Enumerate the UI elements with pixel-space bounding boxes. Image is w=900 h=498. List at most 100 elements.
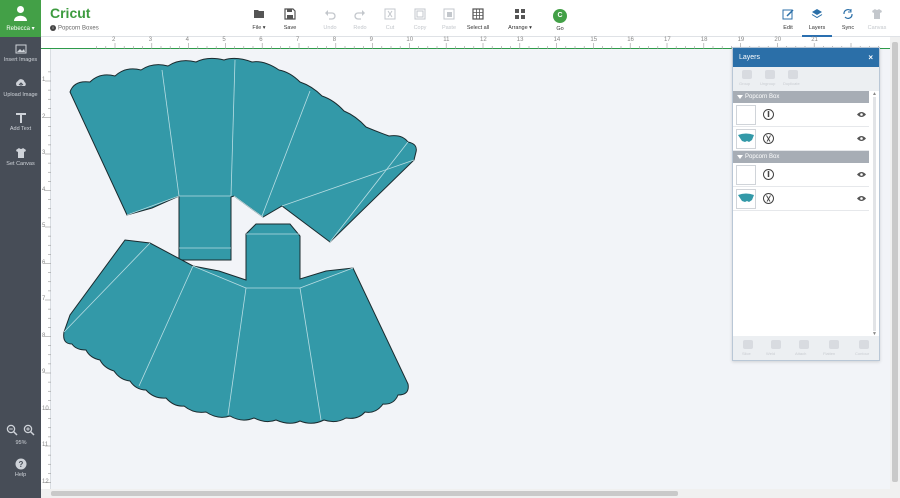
upload-icon bbox=[15, 79, 26, 88]
scroll-thumb[interactable] bbox=[892, 42, 898, 482]
zoom-out-icon[interactable] bbox=[6, 424, 18, 436]
attach-icon[interactable] bbox=[799, 340, 809, 349]
scissors-cut-icon[interactable] bbox=[763, 133, 774, 144]
ruler-number: 8 bbox=[42, 332, 46, 339]
sync-label: Sync bbox=[841, 25, 855, 31]
canvas-tab[interactable]: Canvas bbox=[864, 8, 890, 34]
sidebar-insert-images[interactable]: Insert Images bbox=[0, 43, 41, 79]
undo-icon bbox=[325, 10, 336, 20]
app-logo[interactable]: Cricut bbox=[50, 5, 90, 21]
ruler-number: 10 bbox=[42, 405, 49, 412]
layers-list: Popcorn Box Popcorn Box bbox=[733, 91, 879, 211]
sidebar-set-canvas[interactable]: Set Canvas bbox=[0, 147, 41, 183]
info-icon[interactable]: i bbox=[50, 25, 56, 31]
eye-icon[interactable] bbox=[857, 171, 866, 178]
sidebar-add-text[interactable]: Add Text bbox=[0, 112, 41, 148]
cut-label: Cut bbox=[385, 25, 395, 31]
contour-icon[interactable] bbox=[859, 340, 869, 349]
layers-toolbar: Group Ungroup Duplicate bbox=[733, 67, 879, 91]
flatten-icon[interactable] bbox=[829, 340, 839, 349]
layers-scrollbar[interactable]: ▲ ▼ bbox=[871, 91, 878, 337]
layers-panel-header[interactable]: Layers × bbox=[733, 48, 879, 67]
file-menu[interactable]: File ▾ bbox=[248, 8, 270, 34]
layers-tab[interactable]: Layers bbox=[802, 8, 832, 37]
ruler-number: 5 bbox=[222, 37, 226, 43]
layer-row[interactable] bbox=[733, 127, 869, 151]
duplicate-icon[interactable] bbox=[788, 70, 798, 79]
layer-group-header[interactable]: Popcorn Box bbox=[733, 151, 869, 163]
go-button[interactable]: C Go bbox=[549, 9, 571, 35]
scissors-cut-icon[interactable] bbox=[763, 193, 774, 204]
ruler-number: 6 bbox=[42, 259, 46, 266]
left-sidebar: Rebecca ▾ Insert Images Upload Image Add… bbox=[0, 0, 41, 498]
layer-thumbnail-shape bbox=[738, 133, 754, 142]
eye-icon[interactable] bbox=[857, 135, 866, 142]
flatten-label: Flatten bbox=[823, 351, 836, 356]
edit-icon bbox=[782, 9, 794, 20]
layer-row[interactable] bbox=[733, 187, 869, 211]
layer-thumbnail bbox=[736, 105, 756, 125]
layer-group-header[interactable]: Popcorn Box bbox=[733, 91, 869, 103]
undo-label: Undo bbox=[323, 25, 337, 31]
ruler-number: 14 bbox=[553, 37, 561, 43]
layer-row[interactable] bbox=[733, 103, 869, 127]
ruler-number: 4 bbox=[42, 186, 46, 193]
ruler-number: 11 bbox=[42, 442, 49, 448]
folder-icon bbox=[254, 10, 264, 18]
save-button[interactable]: Save bbox=[279, 8, 301, 34]
vertical-scrollbar[interactable] bbox=[890, 37, 900, 489]
sync-tab[interactable]: Sync bbox=[836, 8, 860, 34]
select-all-button[interactable]: Select all bbox=[463, 8, 493, 34]
layer-thumbnail-shape bbox=[738, 193, 754, 202]
close-icon[interactable]: × bbox=[868, 48, 873, 67]
ruler-number: 16 bbox=[627, 37, 634, 43]
ruler-number: 8 bbox=[332, 37, 337, 43]
ruler-number: 7 bbox=[296, 37, 300, 43]
edit-tab[interactable]: Edit bbox=[776, 8, 800, 34]
arrange-menu[interactable]: Arrange ▾ bbox=[503, 8, 537, 34]
undo-button[interactable]: Undo bbox=[319, 8, 341, 34]
group-icon[interactable] bbox=[742, 70, 752, 79]
user-menu[interactable]: Rebecca ▾ bbox=[0, 0, 41, 37]
eye-icon[interactable] bbox=[857, 111, 866, 118]
pen-write-icon[interactable] bbox=[763, 109, 774, 120]
horizontal-scrollbar[interactable] bbox=[41, 489, 900, 498]
popcorn-box-bottom-piece[interactable] bbox=[63, 223, 409, 424]
save-label: Save bbox=[283, 25, 297, 31]
ungroup-icon[interactable] bbox=[765, 70, 775, 79]
ruler-number: 6 bbox=[259, 37, 263, 43]
copy-button[interactable]: Copy bbox=[409, 8, 431, 34]
go-label: Go bbox=[556, 26, 564, 32]
layer-thumbnail bbox=[736, 129, 756, 149]
scroll-track[interactable] bbox=[873, 97, 876, 331]
cut-button[interactable]: Cut bbox=[379, 8, 401, 34]
copy-icon bbox=[414, 8, 426, 20]
copy-label: Copy bbox=[413, 25, 427, 31]
sidebar-upload-image[interactable]: Upload Image bbox=[0, 78, 41, 114]
ruler-number: 12 bbox=[42, 478, 49, 485]
paste-button[interactable]: Paste bbox=[438, 8, 460, 34]
help-button[interactable]: ? Help bbox=[0, 458, 41, 494]
redo-button[interactable]: Redo bbox=[349, 8, 371, 34]
file-label: File ▾ bbox=[252, 25, 266, 31]
pen-write-icon[interactable] bbox=[763, 169, 774, 180]
zoom-in-icon[interactable] bbox=[23, 424, 35, 436]
arrange-label: Arrange ▾ bbox=[508, 25, 532, 31]
paste-label: Paste bbox=[441, 25, 457, 31]
layer-row[interactable] bbox=[733, 163, 869, 187]
canvas-label: Canvas bbox=[867, 25, 887, 31]
ruler-number: 20 bbox=[774, 37, 782, 43]
popcorn-box-top-piece[interactable] bbox=[69, 57, 417, 261]
project-name-text: Popcorn Boxes bbox=[58, 25, 99, 32]
scroll-thumb[interactable] bbox=[51, 491, 678, 496]
arrange-icon bbox=[515, 9, 525, 19]
sidebar-label: Upload Image bbox=[3, 92, 38, 98]
sidebar-label: Insert Images bbox=[3, 57, 38, 63]
ruler-number: 13 bbox=[516, 37, 524, 43]
ruler-number: 9 bbox=[369, 37, 373, 43]
eye-icon[interactable] bbox=[857, 195, 866, 202]
slice-icon[interactable] bbox=[743, 340, 753, 349]
weld-icon[interactable] bbox=[771, 340, 781, 349]
group-label: Group bbox=[739, 81, 751, 86]
ruler-number: 10 bbox=[406, 37, 414, 43]
